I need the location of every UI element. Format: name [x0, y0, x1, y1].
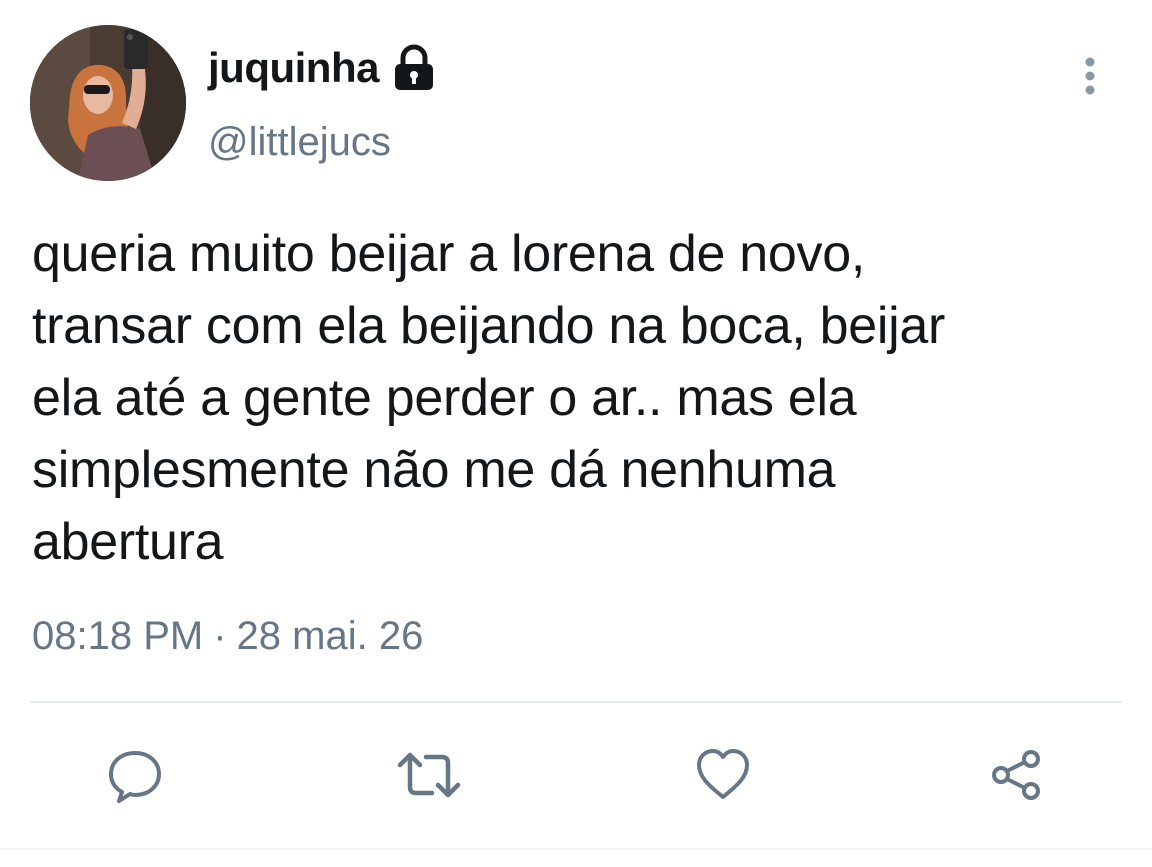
tweet-date: 28 mai. 26: [236, 614, 424, 658]
retweet-button[interactable]: [394, 740, 464, 810]
divider: [30, 701, 1122, 703]
retweet-icon: [397, 752, 461, 798]
profile-photo-icon: [30, 25, 186, 181]
tweet-timestamp[interactable]: 08:18 PM · 28 mai. 26: [32, 614, 423, 659]
heart-icon: [697, 749, 749, 799]
display-name[interactable]: juquinha: [208, 44, 379, 92]
speech-bubble-icon: [109, 751, 161, 803]
name-row: juquinha: [208, 44, 437, 92]
like-button[interactable]: [688, 740, 758, 810]
action-bar: [0, 740, 1152, 810]
lock-icon: [391, 44, 437, 92]
bottom-divider: [0, 848, 1152, 850]
more-vertical-icon[interactable]: [1070, 52, 1110, 100]
user-handle[interactable]: @littlejucs: [208, 120, 391, 165]
tweet-text: queria muito beijar a lorena de novo, tr…: [32, 225, 946, 571]
meta-separator: ·: [213, 614, 227, 658]
tweet-card: juquinha @littlejucs queria muito beijar…: [0, 0, 1152, 867]
share-icon: [992, 750, 1040, 800]
reply-button[interactable]: [100, 740, 170, 810]
tweet-time: 08:18 PM: [32, 614, 204, 658]
avatar[interactable]: [30, 25, 186, 181]
share-button[interactable]: [982, 740, 1052, 810]
